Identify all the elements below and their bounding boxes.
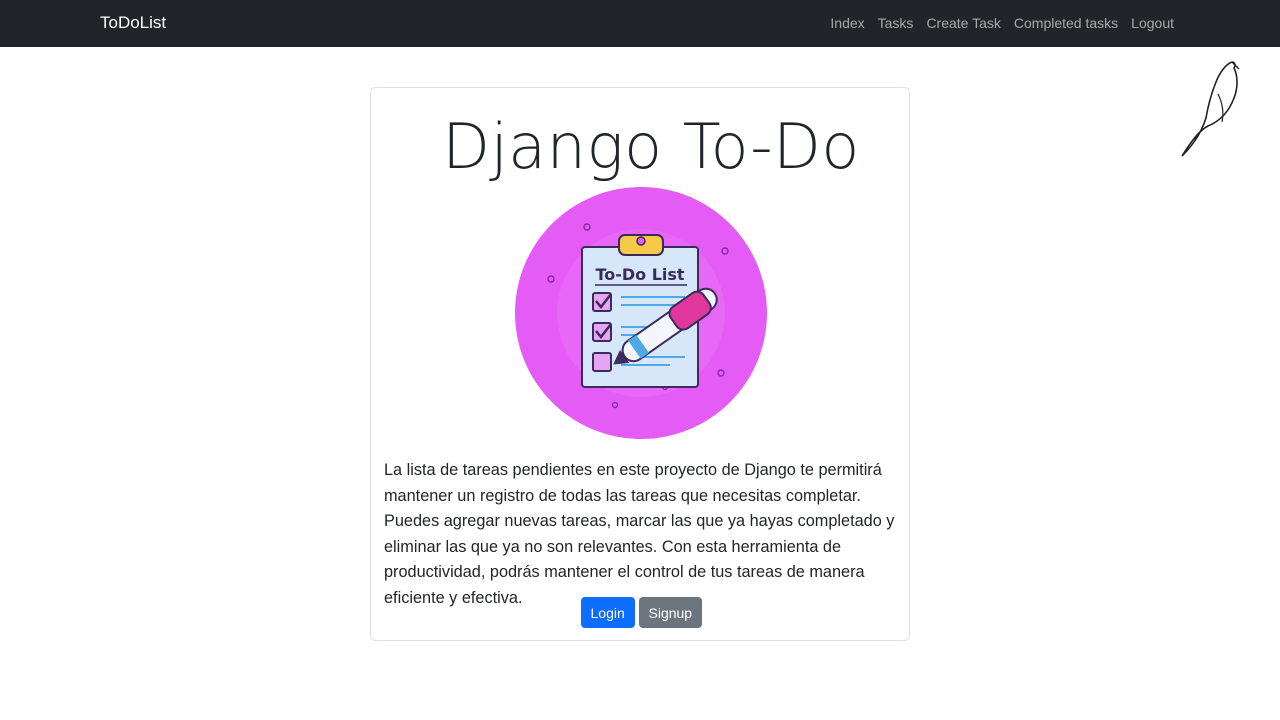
welcome-card: Django To-Do List To-Do List (370, 87, 910, 641)
nav-link-create-task[interactable]: Create Task (926, 15, 1000, 31)
description-text: La lista de tareas pendientes en este pr… (384, 461, 895, 607)
bird-logo-icon (1181, 61, 1240, 157)
login-button[interactable]: Login (580, 597, 635, 628)
navbar: ToDoList Index Tasks Create Task Complet… (0, 0, 1280, 47)
nav-links: Index Tasks Create Task Completed tasks … (830, 15, 1174, 31)
todo-list-illustration: To-Do List (515, 187, 767, 439)
nav-link-index[interactable]: Index (830, 15, 864, 31)
nav-link-tasks[interactable]: Tasks (878, 15, 914, 31)
clipboard-heading: To-Do List (595, 265, 684, 284)
brand-link[interactable]: ToDoList (100, 13, 166, 33)
auth-buttons: Login Signup (371, 597, 911, 628)
nav-link-logout[interactable]: Logout (1131, 15, 1174, 31)
nav-link-completed-tasks[interactable]: Completed tasks (1014, 15, 1118, 31)
signup-button[interactable]: Signup (638, 597, 702, 628)
